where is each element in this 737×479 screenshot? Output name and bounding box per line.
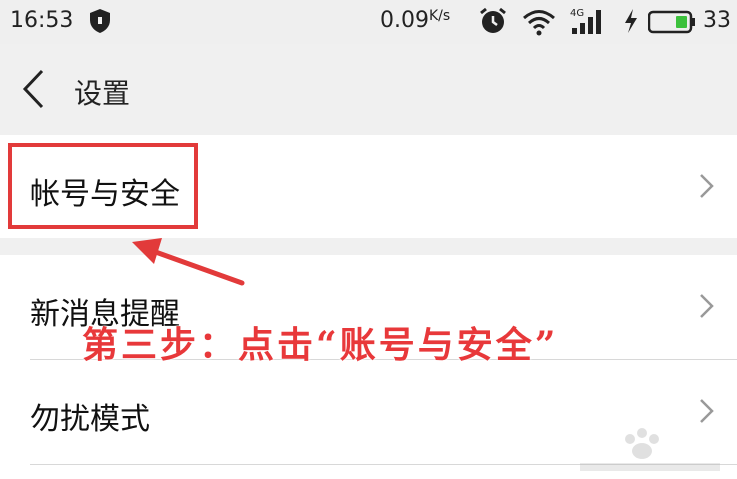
signal-icon: 4G (570, 8, 601, 34)
status-time: 16:53 (10, 8, 74, 33)
annotation-step-text: 第三步：点击“账号与安全” (82, 324, 559, 366)
highlight-box (8, 143, 198, 229)
chevron-right-icon (700, 294, 714, 318)
page-title: 设置 (74, 77, 131, 110)
shield-icon (90, 9, 110, 33)
signal-type-label: 4G (570, 8, 584, 19)
header: 设置 (0, 44, 737, 134)
network-speed-unit: K/s (428, 8, 451, 24)
wifi-icon (523, 10, 555, 36)
charging-icon (625, 9, 637, 33)
battery-percent: 33 (703, 8, 731, 33)
battery-icon (648, 10, 695, 34)
watermark-logo (580, 428, 720, 471)
network-speed: 0.09K/s (380, 8, 450, 33)
chevron-left-icon[interactable] (20, 68, 46, 110)
annotation-arrow (132, 238, 245, 286)
settings-item-label: 勿扰模式 (30, 402, 150, 437)
chevron-right-icon (700, 399, 714, 423)
chevron-right-icon (700, 174, 714, 198)
status-bar: 16:53 0.09K/s 4G 33 (0, 0, 737, 44)
alarm-icon (480, 7, 506, 33)
network-speed-value: 0.09 (380, 8, 429, 33)
